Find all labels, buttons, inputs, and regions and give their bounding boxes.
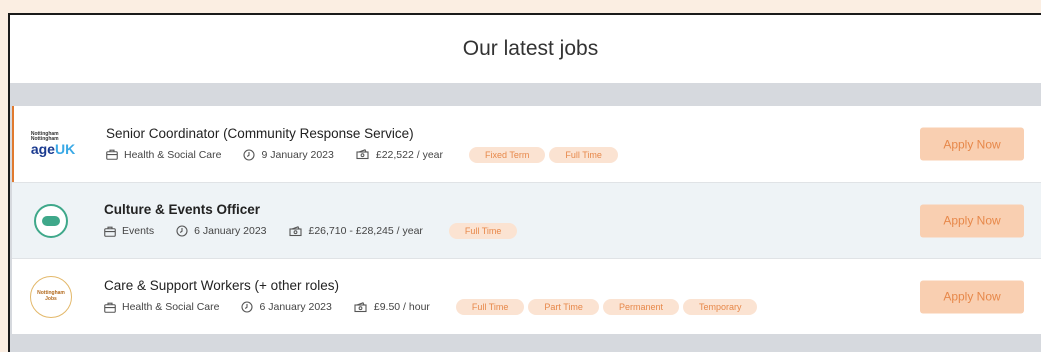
job-category: Health & Social Care bbox=[106, 149, 221, 161]
job-tags: Full Time Part Time Permanent Temporary bbox=[455, 299, 762, 315]
job-card[interactable]: Nottingham Jobs Care & Support Workers (… bbox=[12, 258, 1041, 334]
job-title[interactable]: Culture & Events Officer bbox=[104, 202, 1041, 217]
job-category: Events bbox=[104, 225, 154, 237]
apply-now-button[interactable]: Apply Now bbox=[920, 204, 1024, 237]
clock-icon bbox=[241, 301, 254, 313]
circle-logo bbox=[34, 203, 68, 238]
job-info: Care & Support Workers (+ other roles) H… bbox=[104, 278, 1041, 315]
job-tags: Full Time bbox=[448, 223, 522, 239]
tag: Full Time bbox=[455, 299, 525, 315]
money-icon bbox=[354, 301, 367, 312]
tag: Full Time bbox=[549, 146, 618, 163]
money-icon bbox=[288, 225, 302, 236]
job-info: Senior Coordinator (Community Response S… bbox=[106, 126, 1041, 163]
job-date: 6 January 2023 bbox=[176, 225, 267, 237]
job-card[interactable]: Culture & Events Officer Events 6 Januar… bbox=[12, 182, 1041, 258]
job-title[interactable]: Care & Support Workers (+ other roles) bbox=[104, 278, 1041, 293]
job-date: 6 January 2023 bbox=[241, 301, 332, 313]
apply-now-button[interactable]: Apply Now bbox=[920, 280, 1024, 313]
tag: Fixed Term bbox=[469, 146, 546, 163]
clock-icon bbox=[176, 225, 188, 237]
jobs-widget: Our latest jobs Nottingham Nottingham ag… bbox=[8, 13, 1041, 352]
tag: Temporary bbox=[682, 299, 758, 315]
job-date: 9 January 2023 bbox=[243, 148, 334, 161]
job-category: Health & Social Care bbox=[104, 301, 219, 313]
job-meta: Events 6 January 2023 £26,710 - £28,245 … bbox=[104, 223, 1041, 239]
company-logo: Nottingham Jobs bbox=[30, 275, 72, 318]
job-meta: Health & Social Care 9 January 2023 £22,… bbox=[106, 146, 1041, 163]
company-logo: Nottingham Nottingham ageUK bbox=[30, 123, 76, 165]
clock-icon bbox=[243, 148, 256, 161]
job-info: Culture & Events Officer Events 6 Januar… bbox=[104, 202, 1041, 239]
job-salary: £22,522 / year bbox=[356, 149, 443, 161]
job-list: Nottingham Nottingham ageUK Senior Coord… bbox=[10, 83, 1041, 352]
company-logo bbox=[30, 200, 72, 242]
briefcase-icon bbox=[106, 149, 118, 160]
job-salary: £26,710 - £28,245 / year bbox=[288, 225, 423, 237]
nottingham-jobs-logo: Nottingham Jobs bbox=[30, 275, 72, 318]
job-salary: £9.50 / hour bbox=[354, 301, 430, 313]
job-card[interactable]: Nottingham Nottingham ageUK Senior Coord… bbox=[12, 106, 1041, 182]
apply-now-button[interactable]: Apply Now bbox=[920, 127, 1024, 161]
tag: Part Time bbox=[528, 299, 599, 315]
page-title: Our latest jobs bbox=[462, 37, 599, 60]
money-icon bbox=[356, 149, 369, 160]
briefcase-icon bbox=[104, 302, 116, 313]
job-title[interactable]: Senior Coordinator (Community Response S… bbox=[106, 126, 1041, 141]
tag: Permanent bbox=[602, 299, 679, 315]
briefcase-icon bbox=[104, 226, 116, 237]
tag: Full Time bbox=[448, 223, 518, 239]
age-uk-logo: Nottingham Nottingham ageUK bbox=[30, 131, 76, 157]
job-tags: Fixed Term Full Time bbox=[469, 146, 622, 163]
job-meta: Health & Social Care 6 January 2023 £9.5… bbox=[104, 299, 1041, 315]
section-header: Our latest jobs bbox=[10, 15, 1041, 83]
